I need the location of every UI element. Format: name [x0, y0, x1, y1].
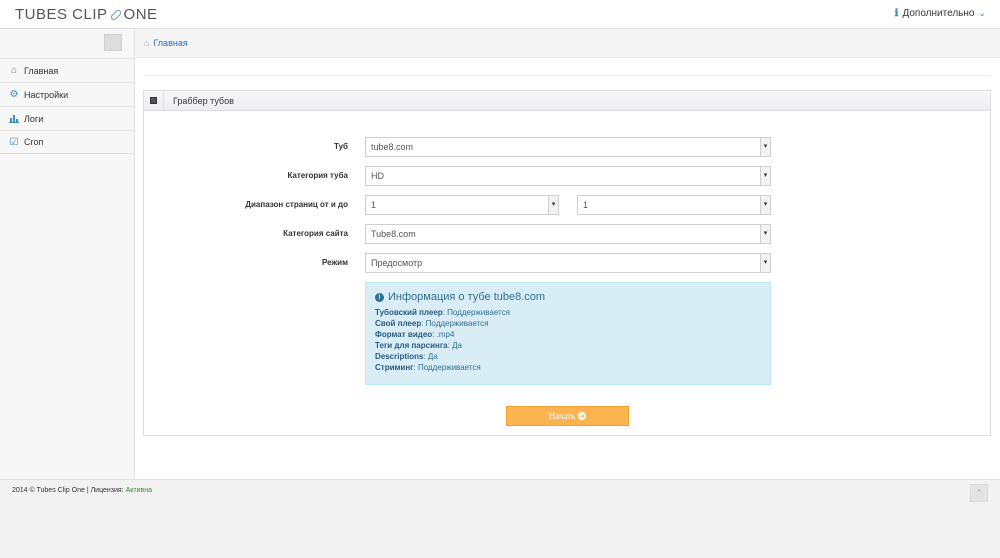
sidebar-item-label: Главная — [24, 65, 59, 76]
paperclip-icon — [109, 8, 122, 21]
range-from-value: 1 — [371, 200, 377, 210]
start-button[interactable]: Начать ➜ — [506, 406, 629, 426]
panel-title: Граббер тубов — [173, 95, 234, 106]
tube-label: Туб — [334, 142, 348, 151]
sidebar-item-settings[interactable]: ⚙ Настройки — [0, 82, 134, 106]
main-content: ⌂ Главная Граббер тубов Туб tube8.com ▾ … — [135, 29, 1000, 479]
chevron-down-icon: ▾ — [760, 138, 770, 156]
tube-info-box: i Информация о тубе tube8.com Тубовский … — [365, 282, 771, 385]
footer: 2014 © Tubes Clip One | Лицензия: Активн… — [0, 479, 1000, 558]
info-value: Поддерживается — [425, 319, 489, 328]
tube-select[interactable]: tube8.com ▾ — [365, 137, 771, 157]
range-from-select[interactable]: 1 ▾ — [365, 195, 559, 215]
site-category-select[interactable]: Tube8.com ▾ — [365, 224, 771, 244]
sidebar-item-label: Настройки — [24, 89, 69, 100]
info-row: Тубовский плеер: Поддерживается — [375, 308, 510, 317]
footer-text: 2014 © Tubes Clip One | Лицензия: Активн… — [12, 487, 152, 494]
sidebar-item-label: Crоп — [24, 137, 44, 147]
info-key: Свой плеер — [375, 319, 422, 328]
panel-header: Граббер тубов — [144, 91, 990, 111]
sidebar-toggle-button[interactable] — [104, 34, 122, 51]
license-status: Активна — [125, 487, 152, 494]
checkbox-icon: ☑ — [9, 136, 19, 148]
chevron-down-icon: ▾ — [548, 196, 558, 214]
app-logo[interactable]: TUBES CLIP ONE — [15, 6, 158, 23]
info-value: Поддерживается — [447, 308, 510, 317]
form-row-site-category: Категория сайта Tube8.com ▾ — [144, 224, 992, 244]
top-navbar: TUBES CLIP ONE ℹ Дополнительно ⌄ — [0, 0, 1000, 29]
info-circle-icon: i — [375, 292, 384, 302]
info-title-text: Информация о тубе tube8.com — [388, 291, 546, 303]
tube-select-value: tube8.com — [371, 142, 414, 152]
logo-text-right: ONE — [123, 6, 158, 23]
category-select[interactable]: HD ▾ — [365, 166, 771, 186]
info-row: Свой плеер: Поддерживается — [375, 319, 489, 328]
breadcrumb-home-link[interactable]: Главная — [153, 38, 187, 48]
grabber-panel: Граббер тубов Туб tube8.com ▾ Категория … — [143, 90, 991, 436]
sidebar: ⌂ Главная ⚙ Настройки Логи ☑ Crоп — [0, 29, 135, 479]
more-menu-toggle[interactable]: ℹ Дополнительно ⌄ — [895, 8, 986, 19]
site-category-value: Tube8.com — [371, 229, 416, 239]
logo-text-left: TUBES CLIP — [15, 6, 108, 23]
range-to-select[interactable]: 1 ▾ — [577, 195, 771, 215]
more-menu-label: Дополнительно — [902, 8, 975, 19]
info-value: .mp4 — [436, 330, 455, 339]
info-key: Descriptions — [375, 352, 424, 361]
start-button-label: Начать — [548, 411, 576, 421]
range-label: Диапазон страниц от и до — [245, 200, 348, 209]
category-select-value: HD — [371, 171, 384, 181]
divider — [144, 75, 990, 76]
sidebar-item-crop[interactable]: ☑ Crоп — [0, 130, 134, 154]
scroll-to-top-button[interactable]: ^ — [970, 484, 988, 502]
info-key: Формат видео — [375, 330, 433, 339]
gear-icon: ⚙ — [9, 89, 19, 100]
sidebar-item-logs[interactable]: Логи — [0, 106, 134, 130]
info-key: Стриминг — [375, 363, 414, 372]
sidebar-item-label: Логи — [24, 113, 44, 124]
range-to-value: 1 — [583, 200, 589, 210]
chevron-down-icon: ▾ — [760, 167, 770, 185]
category-label: Категория туба — [287, 171, 348, 180]
arrow-right-circle-icon: ➜ — [578, 412, 587, 420]
bar-chart-icon — [9, 114, 19, 124]
chevron-down-icon: ▾ — [760, 254, 770, 272]
chevron-down-icon: ▾ — [760, 196, 770, 214]
info-row: Теги для парсинга: Да — [375, 341, 462, 350]
home-icon: ⌂ — [10, 65, 18, 76]
home-icon: ⌂ — [144, 38, 150, 48]
sidebar-nav: ⌂ Главная ⚙ Настройки Логи ☑ Crоп — [0, 58, 134, 154]
mode-label: Режим — [322, 258, 348, 267]
info-key: Теги для парсинга — [375, 341, 448, 350]
form-row-range: Диапазон страниц от и до 1 ▾ 1 ▾ — [144, 195, 992, 215]
info-row: Стриминг: Поддерживается — [375, 363, 481, 372]
sidebar-item-home[interactable]: ⌂ Главная — [0, 58, 134, 82]
info-row: Descriptions: Да — [375, 352, 438, 361]
info-value: Да — [427, 352, 438, 361]
footer-copyright: 2014 © Tubes Clip One | Лицензия: — [12, 487, 124, 494]
info-icon: ℹ — [894, 8, 899, 19]
form-row-category: Категория туба HD ▾ — [144, 166, 992, 186]
form-row-tube: Туб tube8.com ▾ — [144, 137, 992, 157]
info-row: Формат видео: .mp4 — [375, 330, 455, 339]
mode-select-value: Предосмотр — [371, 258, 423, 268]
info-key: Тубовский плеер — [375, 308, 443, 317]
chevron-down-icon: ▾ — [760, 225, 770, 243]
info-value: Да — [452, 341, 462, 350]
form-row-mode: Режим Предосмотр ▾ — [144, 253, 992, 273]
expand-icon[interactable] — [144, 91, 164, 110]
mode-select[interactable]: Предосмотр ▾ — [365, 253, 771, 273]
chevron-down-icon: ⌄ — [978, 8, 986, 18]
site-category-label: Категория сайта — [283, 229, 348, 238]
info-title: i Информация о тубе tube8.com — [375, 291, 761, 303]
info-value: Поддерживается — [417, 363, 481, 372]
breadcrumb: ⌂ Главная — [135, 29, 1000, 58]
